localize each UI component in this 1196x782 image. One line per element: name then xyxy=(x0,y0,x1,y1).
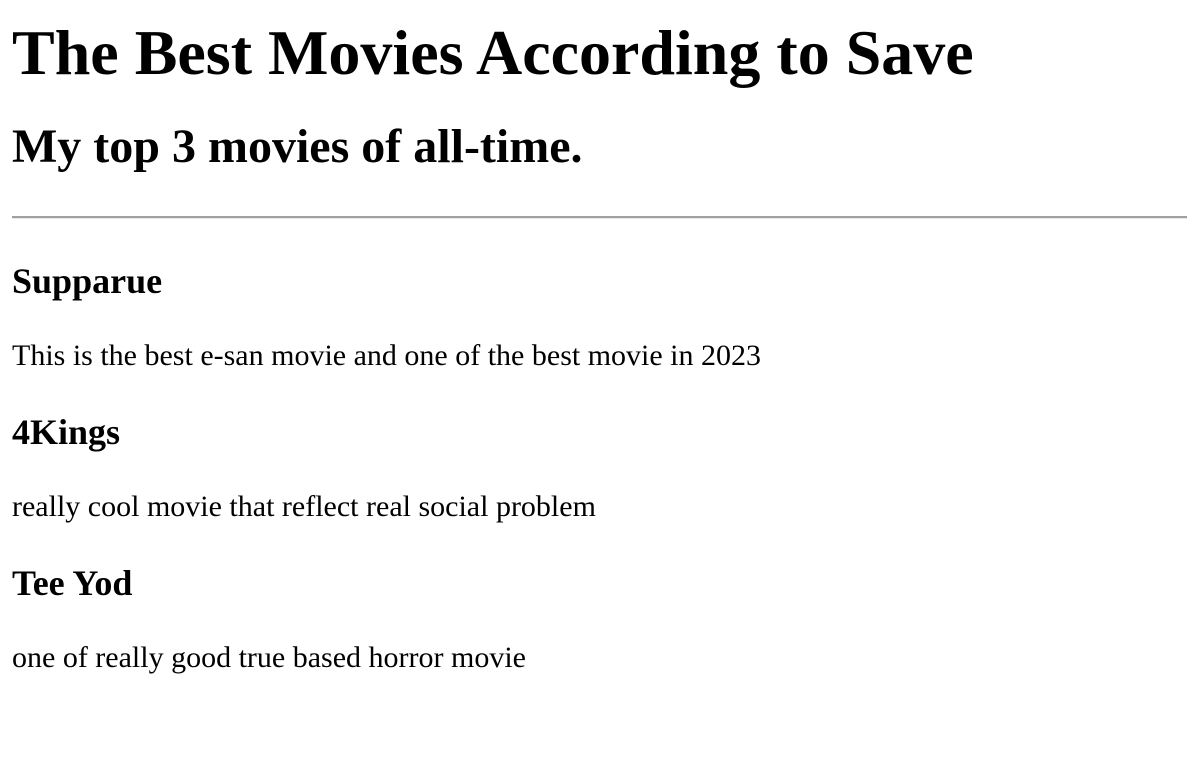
page: The Best Movies According to Save My top… xyxy=(0,16,1196,782)
movie-description: This is the best e-san movie and one of … xyxy=(12,339,762,372)
page-subtitle: My top 3 movies of all-time. xyxy=(12,120,583,173)
movie-title: Supparue xyxy=(12,261,163,301)
movie-description: really cool movie that reflect real soci… xyxy=(12,490,596,523)
movie-entry-4kings: 4Kings really cool movie that reflect re… xyxy=(12,412,1187,525)
movie-description: one of really good true based horror mov… xyxy=(12,641,526,674)
movie-entry-supparue: Supparue This is the best e-san movie an… xyxy=(12,261,1187,374)
page-title: The Best Movies According to Save xyxy=(12,17,974,88)
movie-title: Tee Yod xyxy=(12,563,133,603)
movie-entry-tee-yod: Tee Yod one of really good true based ho… xyxy=(12,563,1187,676)
movie-title: 4Kings xyxy=(12,412,121,452)
divider xyxy=(12,216,1187,219)
